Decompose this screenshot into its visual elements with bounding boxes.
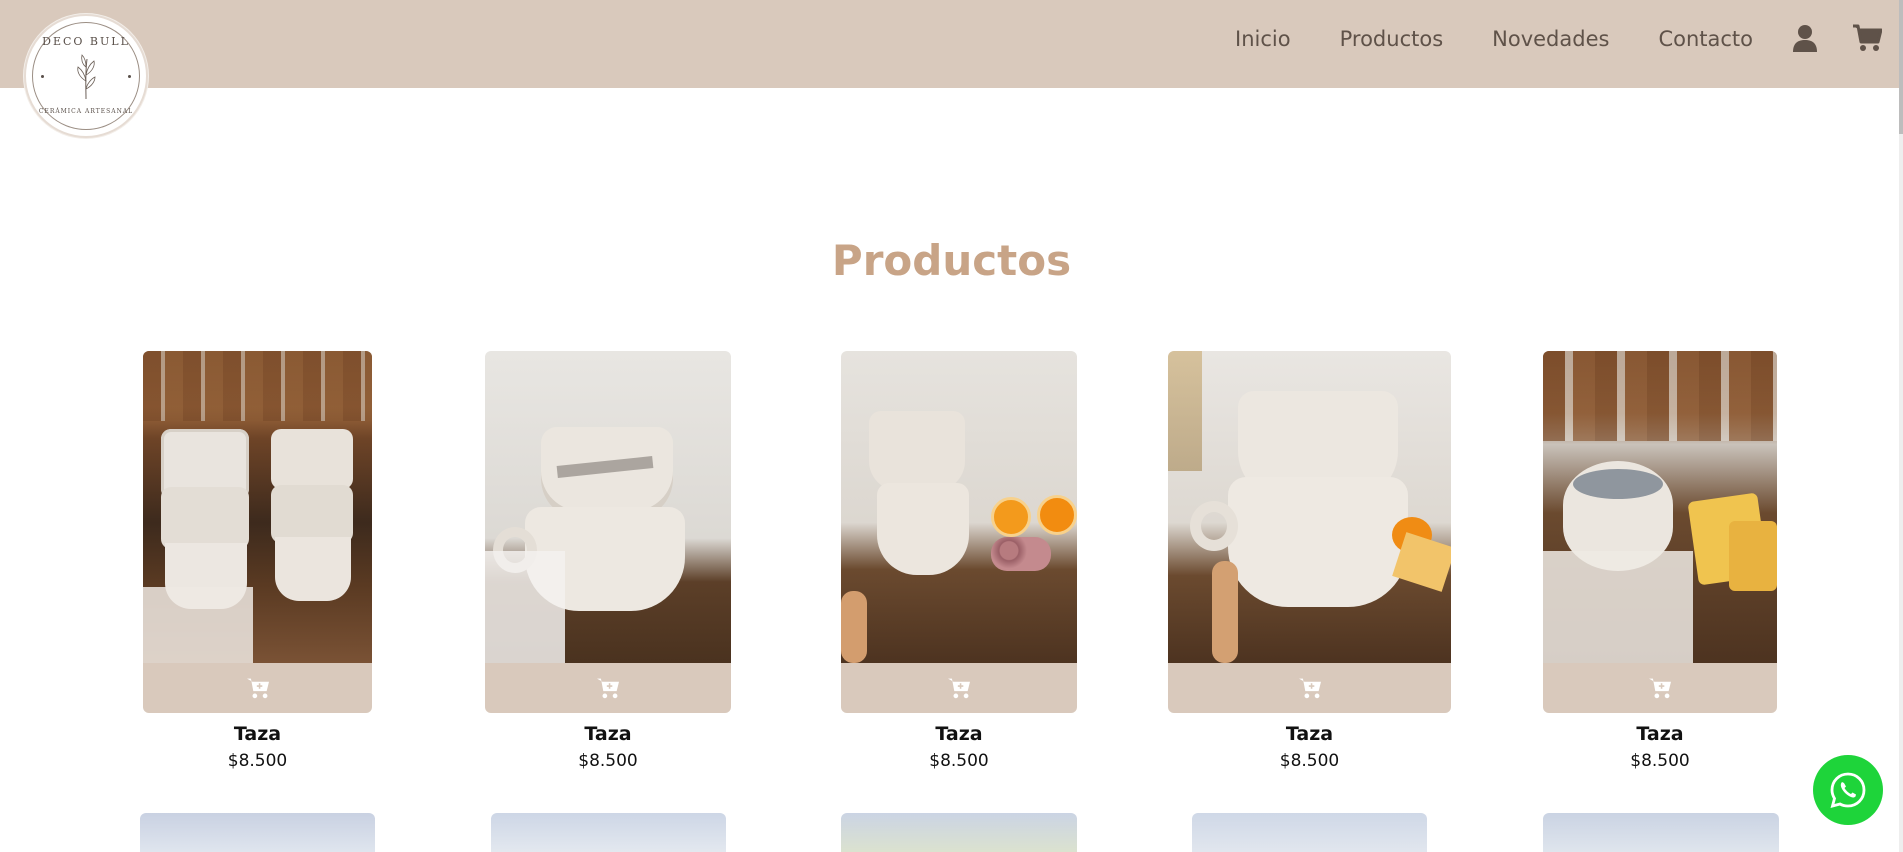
product-name[interactable]: Taza — [841, 723, 1077, 745]
branch-icon — [77, 54, 96, 100]
logo-bottom-text: CERÁMICA ARTESANAL — [38, 108, 134, 115]
product-price: $8.500 — [929, 751, 989, 771]
product-image[interactable] — [1543, 813, 1779, 852]
product-card: Taza $8.500 — [1168, 351, 1451, 771]
product-name[interactable]: Taza — [143, 723, 372, 745]
product-image[interactable] — [841, 351, 1077, 663]
product-name[interactable]: Taza — [485, 723, 731, 745]
product-price: $8.500 — [578, 751, 638, 771]
product-price: $8.500 — [1630, 751, 1690, 771]
product-price: $8.500 — [227, 751, 288, 771]
cart-add-icon — [246, 678, 269, 699]
product-image[interactable] — [1168, 351, 1451, 663]
product-name[interactable]: Taza — [1543, 723, 1777, 745]
add-to-cart-button[interactable] — [841, 663, 1077, 713]
product-card: Taza $8.500 — [143, 351, 372, 771]
section-title: Productos — [831, 236, 1072, 285]
product-image[interactable] — [140, 813, 375, 852]
whatsapp-button[interactable] — [1813, 755, 1883, 825]
nav-contacto[interactable]: Contacto — [1658, 27, 1753, 51]
nav-productos[interactable]: Productos — [1340, 27, 1444, 51]
page-scrollbar[interactable] — [1899, 0, 1903, 852]
product-image[interactable] — [491, 813, 726, 852]
cart-add-icon — [1298, 678, 1321, 699]
main-nav: Inicio Productos Novedades Contacto — [1235, 0, 1753, 78]
product-card: Taza $8.500 — [485, 351, 731, 771]
logo-top-text: DECO BULL — [42, 35, 130, 48]
cart-add-icon — [948, 678, 970, 699]
product-image[interactable] — [1543, 351, 1777, 663]
add-to-cart-button[interactable] — [485, 663, 731, 713]
cart-icon[interactable] — [1852, 24, 1882, 52]
brand-logo[interactable]: DECO BULL CERÁMICA ARTESANAL — [24, 14, 148, 138]
product-image[interactable] — [841, 813, 1077, 852]
product-image[interactable] — [485, 351, 731, 663]
product-image[interactable] — [1192, 813, 1427, 852]
logo-dot — [41, 75, 44, 78]
product-image[interactable] — [143, 351, 372, 663]
nav-novedades[interactable]: Novedades — [1492, 27, 1609, 51]
nav-inicio[interactable]: Inicio — [1235, 27, 1291, 51]
product-card: Taza $8.500 — [841, 351, 1077, 771]
site-header: DECO BULL CERÁMICA ARTESANAL Inicio Prod… — [0, 0, 1903, 138]
scrollbar-thumb[interactable] — [1899, 0, 1903, 134]
product-name[interactable]: Taza — [1168, 723, 1451, 745]
product-price: $8.500 — [1279, 751, 1340, 771]
cart-add-icon — [597, 678, 619, 699]
add-to-cart-button[interactable] — [1543, 663, 1777, 713]
product-card: Taza $8.500 — [1543, 351, 1777, 771]
whatsapp-icon — [1830, 772, 1866, 808]
logo-ring: DECO BULL CERÁMICA ARTESANAL — [32, 22, 140, 130]
add-to-cart-button[interactable] — [1168, 663, 1451, 713]
cart-add-icon — [1649, 678, 1671, 699]
add-to-cart-button[interactable] — [143, 663, 372, 713]
user-icon[interactable] — [1792, 24, 1818, 52]
logo-dot — [128, 75, 131, 78]
